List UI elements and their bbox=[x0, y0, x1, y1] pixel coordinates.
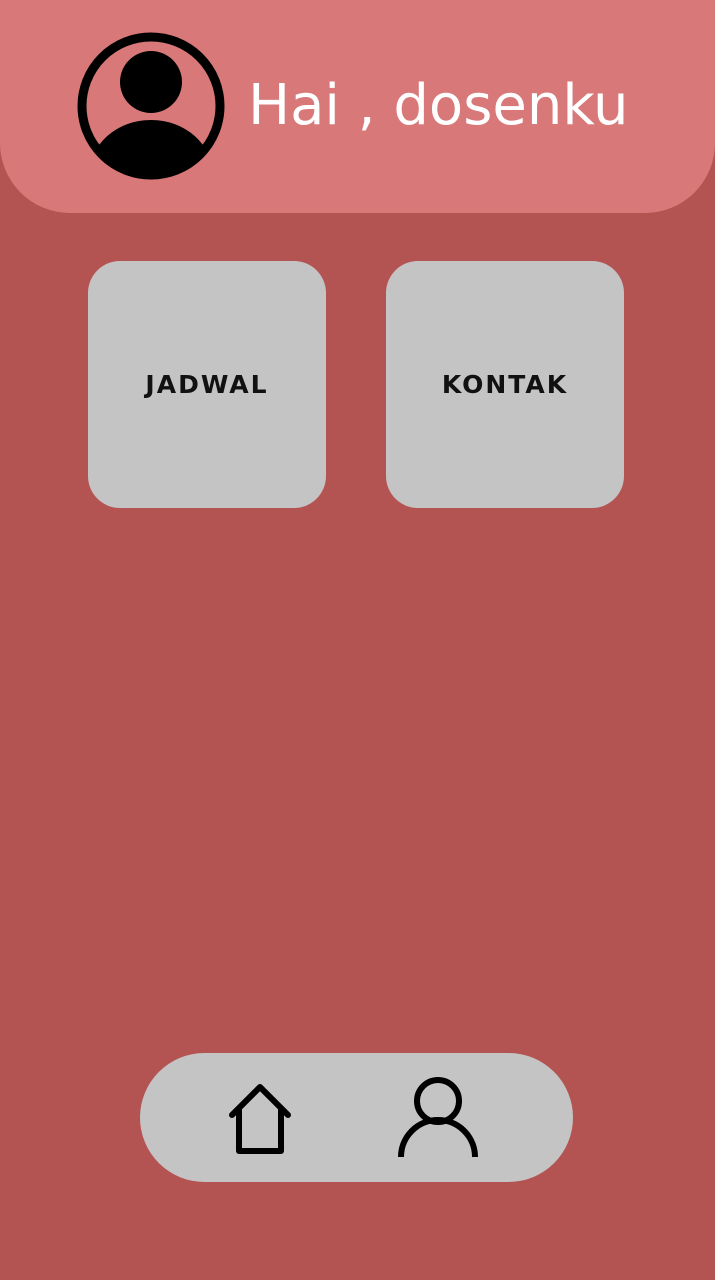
jadwal-label: JADWAL bbox=[145, 370, 269, 399]
header-bar: Hai , dosenku bbox=[0, 0, 715, 213]
kontak-label: KONTAK bbox=[441, 370, 569, 399]
kontak-button[interactable]: KONTAK bbox=[386, 261, 624, 508]
greeting-title: Hai , dosenku bbox=[248, 73, 629, 138]
home-icon bbox=[229, 1084, 291, 1154]
jadwal-button[interactable]: JADWAL bbox=[88, 261, 326, 508]
bottom-navigation bbox=[140, 1053, 573, 1182]
nav-profile-button[interactable] bbox=[388, 1067, 488, 1167]
nav-home-button[interactable] bbox=[210, 1067, 310, 1167]
avatar-icon[interactable] bbox=[76, 31, 226, 181]
person-icon bbox=[398, 1077, 478, 1158]
